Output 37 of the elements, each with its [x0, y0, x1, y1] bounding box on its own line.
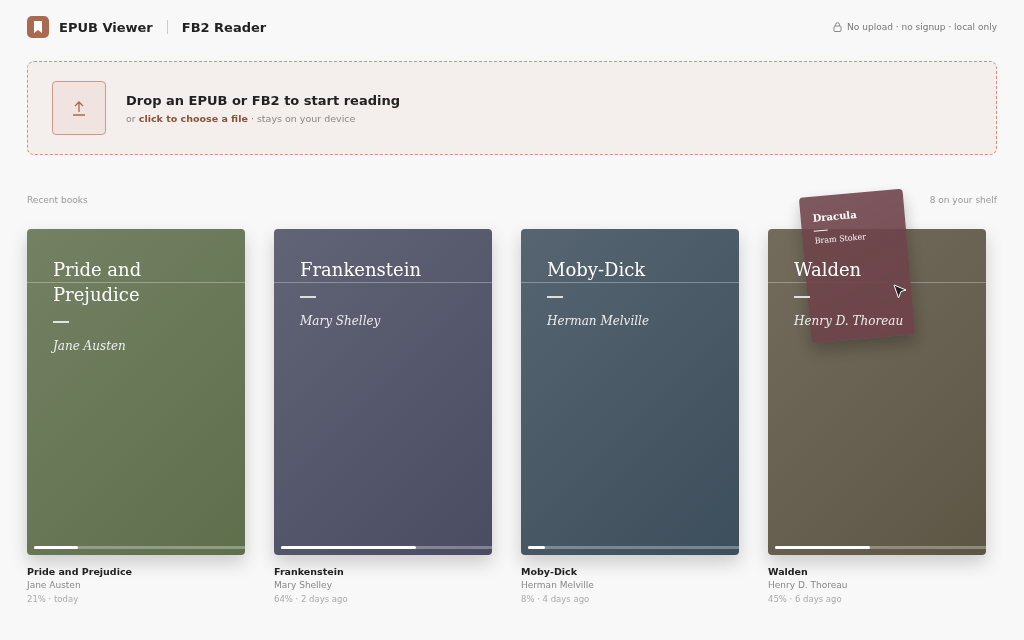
bookmark-logo-icon: [27, 16, 49, 38]
book-cover[interactable]: Pride and Prejudice Jane Austen: [27, 229, 245, 555]
dragged-title: Dracula: [812, 207, 859, 224]
lock-icon: [833, 22, 843, 32]
dragged-author: Bram Stoker: [814, 231, 868, 246]
book-title[interactable]: Pride and Prejudice: [27, 566, 245, 577]
cover-title: Pride and Prejudice: [53, 258, 143, 307]
cover-author: Mary Shelley: [300, 314, 382, 328]
cover-author: Jane Austen: [53, 339, 127, 353]
cover-title: Frankenstein: [300, 258, 423, 282]
book-progress: 64% · 2 days ago: [274, 594, 349, 604]
book-title[interactable]: Frankenstein: [274, 566, 492, 577]
book-author: Jane Austen: [27, 580, 82, 590]
book-cover[interactable]: Frankenstein Mary Shelley: [274, 229, 492, 555]
book-progress: 21% · today: [27, 594, 80, 604]
shelf-count: 8 on your shelf: [929, 195, 997, 205]
drop-hint: or click to choose a file · stays on your device: [126, 112, 357, 124]
book-progress: 45% · 6 days ago: [768, 594, 843, 604]
section-heading: Recent books: [27, 195, 88, 205]
book-cover[interactable]: Moby-Dick Herman Melville: [521, 229, 739, 555]
privacy-note: No upload · no signup · local only: [847, 22, 997, 32]
book-author: Henry D. Thoreau: [768, 580, 849, 590]
book-progress: 8% · 4 days ago: [521, 594, 591, 604]
cover-title: Moby-Dick: [547, 258, 647, 282]
cover-author: Herman Melville: [547, 314, 650, 328]
book-author: Mary Shelley: [274, 580, 333, 590]
book-title[interactable]: Moby-Dick: [521, 566, 739, 577]
brand-subtitle: FB2 Reader: [181, 19, 267, 35]
drop-title: Drop an EPUB or FB2 to start reading: [126, 92, 400, 108]
upload-button[interactable]: [52, 81, 106, 135]
choose-file-link[interactable]: click to choose a file: [138, 112, 248, 124]
book-author: Herman Melville: [521, 580, 595, 590]
book-title[interactable]: Walden: [768, 566, 986, 577]
drop-zone[interactable]: Drop an EPUB or FB2 to start reading or click to choose a file · stays on your device: [27, 61, 997, 155]
upload-icon: [72, 100, 86, 116]
brand-name: EPUB Viewer: [59, 19, 153, 35]
cursor-icon: [893, 284, 907, 299]
